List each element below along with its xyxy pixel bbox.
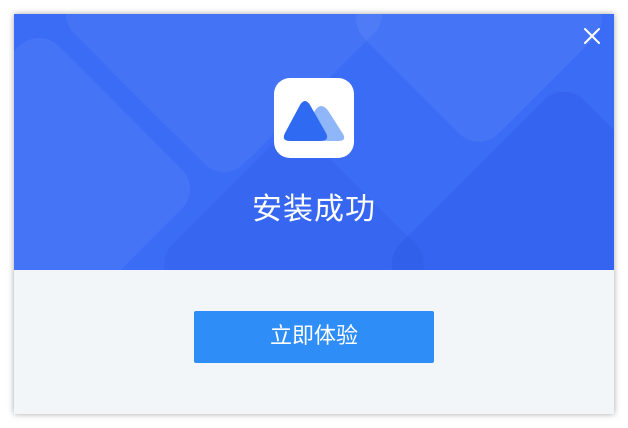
close-icon (584, 28, 600, 44)
install-success-dialog: 安装成功 立即体验 (14, 14, 614, 414)
app-logo (274, 78, 354, 158)
close-button[interactable] (582, 26, 602, 46)
try-now-button[interactable]: 立即体验 (194, 311, 434, 363)
header-banner: 安装成功 (14, 14, 614, 270)
app-logo-icon (283, 101, 345, 141)
dialog-title: 安装成功 (252, 192, 376, 227)
